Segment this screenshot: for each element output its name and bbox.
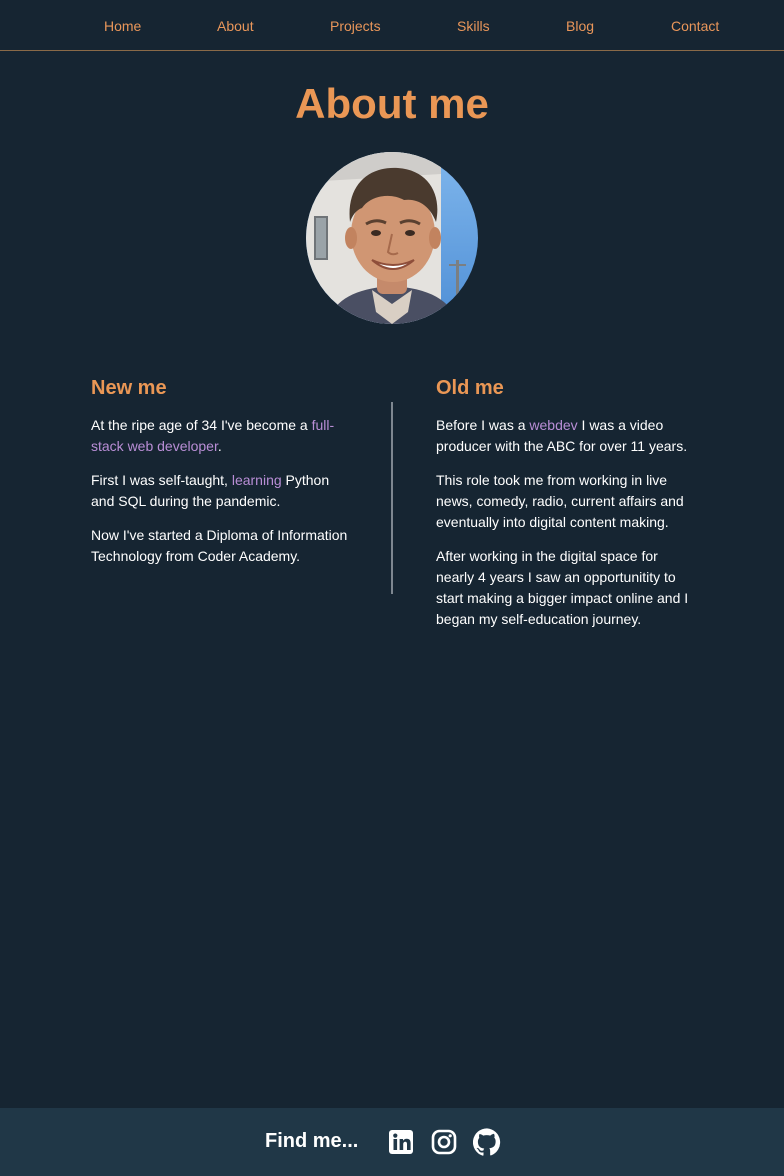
old-me-paragraph-3: After working in the digital space for n… [436,548,689,627]
avatar [306,152,478,324]
learning-link[interactable]: learning [232,472,282,488]
nav-projects[interactable]: Projects [330,18,381,34]
profile-photo [306,152,478,324]
linkedin-icon[interactable] [387,1128,415,1156]
footer: Find me... [0,1108,784,1176]
old-me-paragraph-1: Before I was a webdev I was a video prod… [436,417,688,454]
new-me-text: At the ripe age of 34 I've become a full… [91,415,349,580]
instagram-icon[interactable] [430,1128,458,1156]
new-me-heading: New me [91,377,167,399]
nav-skills[interactable]: Skills [457,18,490,34]
new-me-paragraph-2: First I was self-taught, learning Python… [91,472,330,509]
find-me-label: Find me... [265,1130,359,1152]
old-me-heading: Old me [436,377,504,399]
page-title: About me [295,80,489,127]
nav-blog[interactable]: Blog [566,18,594,34]
new-me-paragraph-1: At the ripe age of 34 I've become a full… [91,417,335,454]
webdev-link[interactable]: webdev [529,417,577,433]
nav-home[interactable]: Home [104,18,141,34]
github-icon[interactable] [472,1128,501,1156]
new-me-paragraph-3: Now I've started a Diploma of Informatio… [91,527,348,564]
top-nav: Home About Projects Skills Blog Contact [0,0,784,51]
old-me-paragraph-2: This role took me from working in live n… [436,472,684,530]
nav-about[interactable]: About [217,18,254,34]
old-me-text: Before I was a webdev I was a video prod… [436,415,696,643]
column-divider [391,402,393,594]
nav-contact[interactable]: Contact [671,18,719,34]
